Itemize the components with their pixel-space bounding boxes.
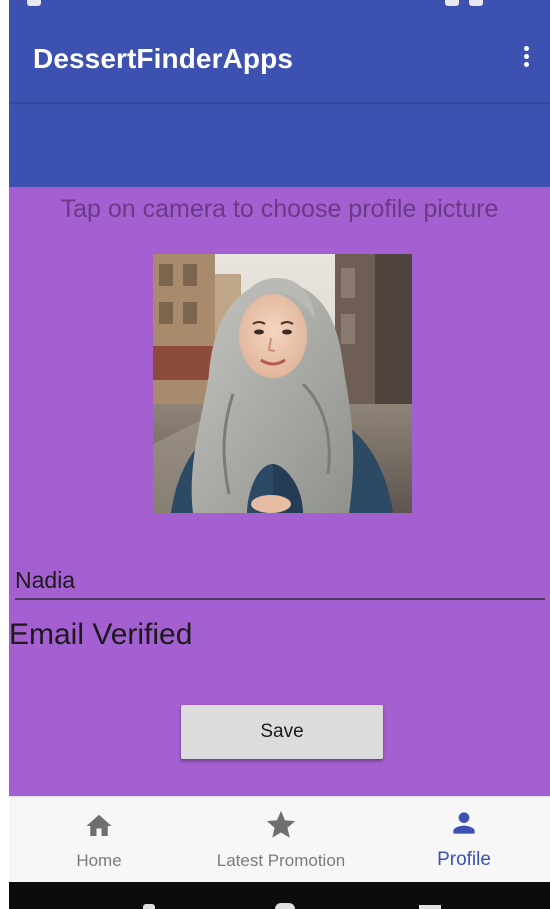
more-vert-icon[interactable] bbox=[520, 46, 532, 72]
nav-item-profile[interactable]: Profile bbox=[409, 797, 519, 883]
save-button[interactable]: Save bbox=[181, 705, 383, 759]
app-screen: DessertFinderApps Tap on camera to choos… bbox=[9, 0, 550, 909]
status-indicator-icon bbox=[27, 0, 41, 6]
home-icon bbox=[86, 814, 112, 836]
email-verified-status: Email Verified bbox=[9, 618, 193, 651]
bottom-navigation: Home Latest Promotion Profile bbox=[9, 796, 550, 883]
app-title: DessertFinderApps bbox=[33, 43, 293, 74]
nav-item-latest-promotion[interactable]: Latest Promotion bbox=[195, 797, 367, 883]
status-bar bbox=[9, 0, 550, 10]
app-bar: DessertFinderApps bbox=[9, 10, 550, 102]
system-navigation-bar bbox=[9, 882, 550, 909]
name-input[interactable] bbox=[15, 562, 545, 600]
person-icon bbox=[453, 812, 475, 834]
nav-label-home: Home bbox=[76, 851, 122, 870]
profile-photo-image bbox=[153, 254, 412, 513]
nav-label-latest-promotion: Latest Promotion bbox=[216, 851, 346, 870]
status-indicator-icon bbox=[445, 0, 459, 6]
home-nav-icon[interactable] bbox=[275, 903, 295, 909]
star-icon bbox=[266, 810, 296, 838]
nav-label-profile: Profile bbox=[437, 849, 491, 870]
recents-icon[interactable] bbox=[419, 905, 441, 909]
back-icon[interactable] bbox=[143, 904, 155, 909]
profile-picture-hint: Tap on camera to choose profile picture bbox=[60, 195, 499, 223]
nav-item-home[interactable]: Home bbox=[39, 797, 159, 883]
header-band bbox=[9, 104, 550, 187]
status-indicator-icon bbox=[469, 0, 483, 6]
profile-picture[interactable] bbox=[153, 254, 412, 513]
